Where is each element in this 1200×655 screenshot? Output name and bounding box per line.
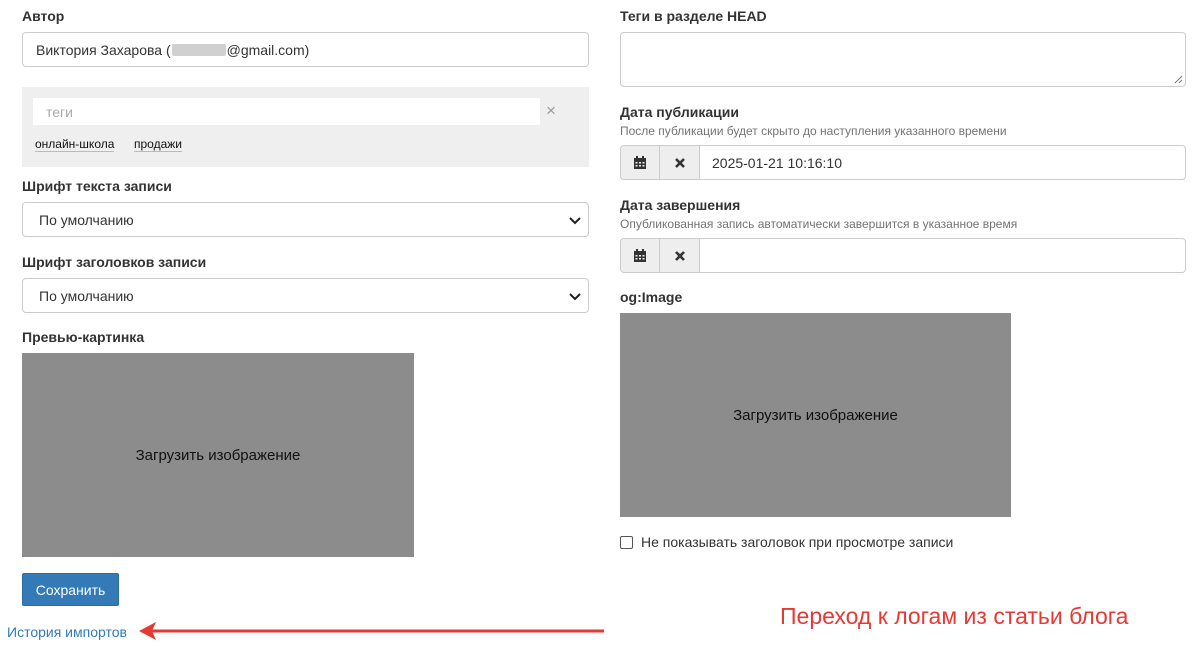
- tags-panel: теги × онлайн-школа продажи: [22, 87, 589, 167]
- chevron-down-icon: [569, 293, 581, 301]
- import-history-link[interactable]: История импортов: [7, 624, 127, 640]
- end-date-group: [620, 238, 1186, 273]
- heading-font-select[interactable]: По умолчанию: [22, 278, 589, 313]
- close-icon: [674, 157, 685, 168]
- close-icon: [674, 250, 685, 261]
- calendar-icon: [634, 155, 646, 169]
- annotation-text: Переход к логам из статьи блога: [780, 603, 1129, 629]
- text-font-label: Шрифт текста записи: [22, 178, 172, 194]
- resize-handle-icon[interactable]: [1174, 75, 1183, 84]
- publish-date-hint: После публикации будет скрыто до наступл…: [620, 124, 1007, 138]
- end-date-hint: Опубликованная запись автоматически заве…: [620, 217, 1018, 231]
- end-date-label: Дата завершения: [620, 197, 741, 213]
- author-label: Автор: [22, 8, 65, 24]
- og-image-label: og:Image: [620, 289, 683, 305]
- clear-date-button[interactable]: [660, 238, 700, 273]
- preview-upload-text: Загрузить изображение: [135, 446, 301, 464]
- calendar-button[interactable]: [620, 238, 660, 273]
- og-image-upload-area[interactable]: Загрузить изображение: [620, 313, 1011, 517]
- save-button[interactable]: Сохранить: [22, 573, 119, 606]
- author-name: Виктория Захарова (: [36, 41, 171, 58]
- preview-label: Превью-картинка: [22, 329, 145, 345]
- tag-item[interactable]: продажи: [134, 137, 182, 152]
- calendar-button[interactable]: [620, 145, 660, 180]
- hide-title-label: Не показывать заголовок при просмотре за…: [641, 534, 954, 550]
- text-font-select[interactable]: По умолчанию: [22, 202, 589, 237]
- author-email: @gmail.com): [226, 41, 310, 58]
- calendar-icon: [634, 248, 646, 262]
- head-tags-label: Теги в разделе HEAD: [620, 8, 767, 24]
- tags-input[interactable]: теги: [33, 98, 540, 125]
- clear-date-button[interactable]: [660, 145, 700, 180]
- og-image-upload-text: Загрузить изображение: [733, 406, 898, 424]
- chevron-down-icon: [569, 217, 581, 225]
- email-redaction: [171, 43, 226, 56]
- tag-item[interactable]: онлайн-школа: [35, 137, 115, 152]
- author-field[interactable]: Виктория Захарова ( @gmail.com): [22, 32, 589, 67]
- text-font-value: По умолчанию: [39, 211, 134, 228]
- publish-date-group: 2025-01-21 10:16:10: [620, 145, 1186, 180]
- heading-font-value: По умолчанию: [39, 287, 134, 304]
- publish-date-input[interactable]: 2025-01-21 10:16:10: [700, 145, 1186, 180]
- head-tags-textarea[interactable]: [620, 32, 1186, 87]
- hide-title-checkbox[interactable]: [620, 535, 633, 549]
- publish-date-label: Дата публикации: [620, 104, 739, 120]
- preview-upload-area[interactable]: Загрузить изображение: [22, 353, 414, 557]
- end-date-input[interactable]: [700, 238, 1186, 273]
- hide-title-row: Не показывать заголовок при просмотре за…: [620, 534, 953, 550]
- heading-font-label: Шрифт заголовков записи: [22, 254, 207, 270]
- clear-tags-icon[interactable]: ×: [546, 101, 556, 121]
- annotation-arrow: [139, 622, 604, 640]
